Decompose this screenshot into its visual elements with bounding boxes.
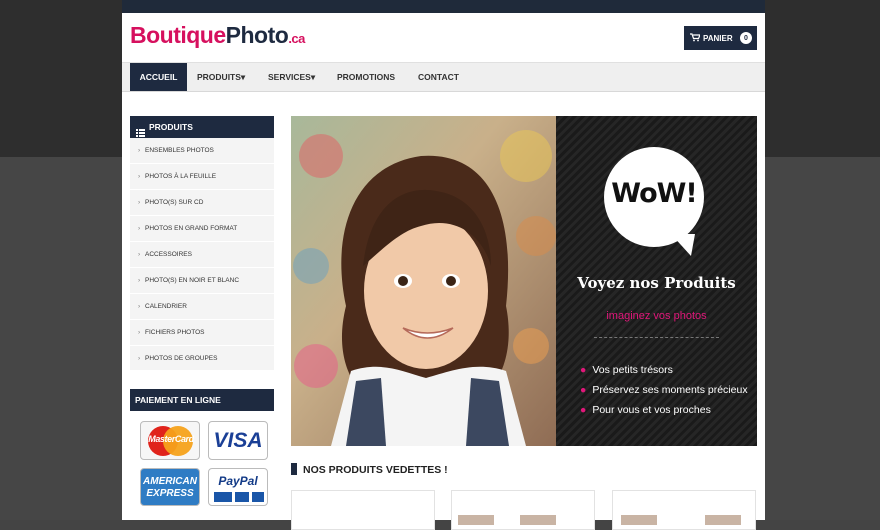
product-card[interactable] — [291, 490, 435, 530]
paypal-logo: PayPal — [208, 468, 268, 506]
sidebar-item-noir-et-blanc[interactable]: › PHOTO(S) EN NOIR ET BLANC — [130, 268, 274, 294]
chevron-right-icon: › — [138, 355, 141, 362]
bullet-dot-icon: ● — [580, 404, 587, 416]
featured-title-text: NOS PRODUITS VEDETTES ! — [303, 464, 448, 476]
chevron-right-icon: › — [138, 303, 141, 310]
product-thumbnail — [458, 515, 494, 525]
banner-bullet: ● Préservez ses moments précieux — [580, 384, 748, 396]
chevron-right-icon: › — [138, 199, 141, 206]
cart-button[interactable]: PANIER 0 — [684, 26, 757, 50]
banner-bullet-text: Préservez ses moments précieux — [592, 384, 748, 396]
sidebar-item-label: PHOTO(S) EN NOIR ET BLANC — [145, 277, 240, 284]
amex-logo: AMERICAN EXPRESS — [140, 468, 200, 506]
banner-bullet-text: Vos petits trésors — [592, 364, 673, 376]
banner-divider — [594, 337, 719, 338]
product-card[interactable] — [451, 490, 595, 530]
sidebar-item-photos-de-groupes[interactable]: › PHOTOS DE GROUPES — [130, 346, 274, 371]
hero-banner[interactable]: WoW! Voyez nos Produits imaginez vos pho… — [291, 116, 757, 446]
mastercard-text: MasterCard — [148, 434, 194, 444]
sidebar-item-calendrier[interactable]: › CALENDRIER — [130, 294, 274, 320]
visa-text: VISA — [213, 429, 263, 452]
sidebar-products-list: › ENSEMBLES PHOTOS › PHOTOS À LA FEUILLE ›… — [130, 138, 274, 370]
banner-bullet: ● Vos petits trésors — [580, 364, 673, 376]
banner-promo-panel: WoW! Voyez nos Produits imaginez vos pho… — [556, 116, 757, 446]
product-thumbnail — [520, 515, 556, 525]
logo-part-boutique: Boutique — [130, 22, 226, 48]
chevron-right-icon: › — [138, 147, 141, 154]
nav-contact[interactable]: CONTACT — [418, 63, 459, 91]
paypal-text: PayPal — [218, 474, 258, 488]
paypal-card-block — [214, 492, 232, 502]
visa-logo: VISA — [208, 421, 268, 460]
sidebar-item-label: CALENDRIER — [145, 303, 187, 310]
amex-text-1: AMERICAN — [143, 476, 197, 487]
logo-part-photo: Photo — [225, 22, 289, 48]
cart-count-badge: 0 — [740, 32, 752, 44]
sidebar-products-header: PRODUITS — [130, 116, 274, 138]
title-marker — [291, 463, 297, 475]
mastercard-logo: MasterCard — [140, 421, 200, 460]
banner-bullet-text: Pour vous et vos proches — [592, 404, 711, 416]
chevron-right-icon: › — [138, 329, 141, 336]
amex-text-2: EXPRESS — [146, 488, 194, 499]
speech-bubble-tail — [671, 234, 695, 256]
top-strip — [122, 0, 765, 13]
sidebar-products-title: PRODUITS — [149, 122, 193, 132]
product-thumbnail — [705, 515, 741, 525]
chevron-right-icon: › — [138, 225, 141, 232]
chevron-right-icon: › — [138, 277, 141, 284]
sidebar-item-label: FICHIERS PHOTOS — [145, 329, 205, 336]
sidebar-item-accessoires[interactable]: › ACCESSOIRES — [130, 242, 274, 268]
sidebar-item-label: PHOTOS À LA FEUILLE — [145, 173, 217, 180]
nav-produits[interactable]: PRODUITS▾ — [197, 63, 245, 91]
banner-headline: Voyez nos Produits — [577, 274, 736, 292]
chevron-right-icon: › — [138, 173, 141, 180]
sidebar-item-ensembles-photos[interactable]: › ENSEMBLES PHOTOS — [130, 138, 274, 164]
logo-part-domain: .ca — [288, 31, 305, 46]
cart-icon — [690, 32, 701, 44]
cart-label: PANIER — [703, 33, 733, 43]
bubble-text: WoW! — [611, 178, 697, 209]
nav-promotions[interactable]: PROMOTIONS — [337, 63, 395, 91]
payment-title: PAIEMENT EN LIGNE — [135, 395, 221, 405]
featured-products-title: NOS PRODUITS VEDETTES ! — [291, 463, 448, 476]
chevron-right-icon: › — [138, 251, 141, 258]
product-card[interactable] — [612, 490, 756, 530]
sidebar-item-label: PHOTOS EN GRAND FORMAT — [145, 225, 238, 232]
sidebar-item-photos-a-la-feuille[interactable]: › PHOTOS À LA FEUILLE — [130, 164, 274, 190]
bullet-dot-icon: ● — [580, 364, 587, 376]
child-portrait-image — [291, 116, 556, 446]
sidebar-item-label: PHOTOS DE GROUPES — [145, 355, 218, 362]
banner-bullet: ● Pour vous et vos proches — [580, 404, 711, 416]
paypal-card-block — [235, 492, 249, 502]
nav-services[interactable]: SERVICES▾ — [268, 63, 315, 91]
site-logo[interactable]: BoutiquePhoto.ca — [130, 22, 305, 49]
main-nav: ACCUEIL PRODUITS▾ SERVICES▾ PROMOTIONS C… — [122, 62, 765, 92]
sidebar-item-label: ENSEMBLES PHOTOS — [145, 147, 214, 154]
sidebar-item-label: PHOTO(S) SUR CD — [145, 199, 204, 206]
paypal-card-block — [252, 492, 264, 502]
nav-accueil[interactable]: ACCUEIL — [130, 63, 187, 91]
banner-tagline: imaginez vos photos — [606, 310, 707, 322]
bullet-dot-icon: ● — [580, 384, 587, 396]
sidebar-item-label: ACCESSOIRES — [145, 251, 192, 258]
product-thumbnail — [621, 515, 657, 525]
sidebar-item-grand-format[interactable]: › PHOTOS EN GRAND FORMAT — [130, 216, 274, 242]
sidebar-item-fichiers-photos[interactable]: › FICHIERS PHOTOS — [130, 320, 274, 346]
sidebar-item-photos-sur-cd[interactable]: › PHOTO(S) SUR CD — [130, 190, 274, 216]
page-container: BoutiquePhoto.ca PANIER 0 ACCUEIL PRODUI… — [122, 0, 765, 530]
payment-header: PAIEMENT EN LIGNE — [130, 389, 274, 411]
